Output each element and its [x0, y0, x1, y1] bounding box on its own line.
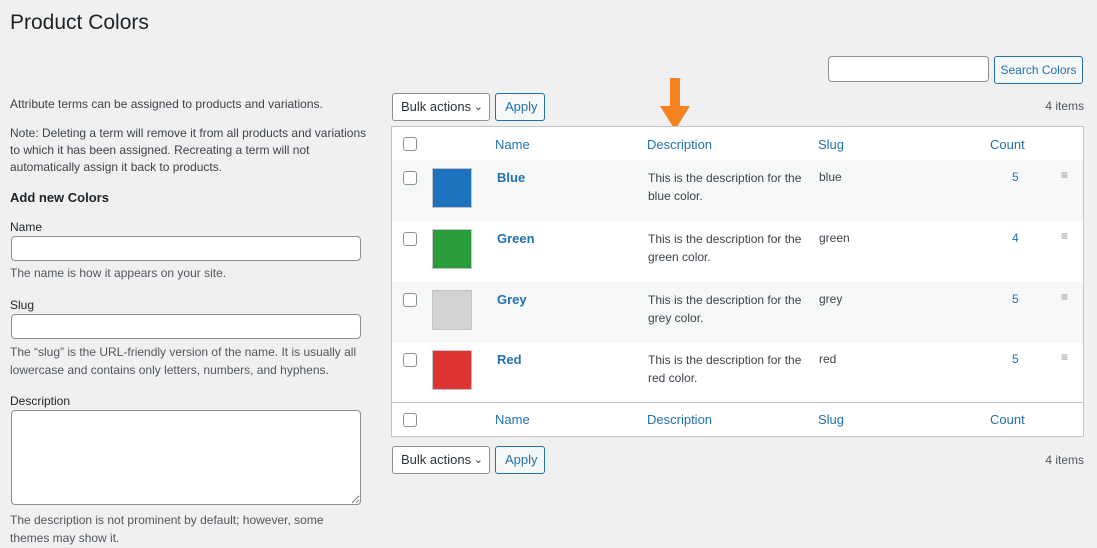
term-count-link[interactable]: 5 [1012, 292, 1019, 306]
note-text: Note: Deleting a term will remove it fro… [10, 126, 367, 174]
search-button[interactable]: Search Colors [994, 56, 1083, 84]
description-field[interactable] [11, 410, 361, 505]
term-slug: red [819, 352, 837, 366]
drag-handle-icon[interactable]: ≡ [1061, 229, 1068, 243]
table-row: Green This is the description for the gr… [392, 221, 1083, 282]
term-description: This is the description for the green co… [648, 232, 802, 264]
name-help: The name is how it appears on your site. [10, 266, 227, 280]
term-count-link[interactable]: 4 [1012, 231, 1019, 245]
search-input[interactable] [828, 56, 989, 82]
page-title: Product Colors [10, 11, 149, 34]
term-description: This is the description for the grey col… [648, 293, 802, 325]
drag-handle-icon[interactable]: ≡ [1061, 350, 1068, 364]
row-checkbox[interactable] [403, 353, 417, 367]
term-slug: green [819, 231, 850, 245]
select-all-checkbox[interactable] [403, 137, 417, 151]
name-field[interactable] [11, 236, 361, 261]
row-checkbox[interactable] [403, 232, 417, 246]
term-name-link[interactable]: Grey [497, 292, 527, 307]
column-count-footer[interactable]: Count [990, 412, 1025, 427]
drag-handle-icon[interactable]: ≡ [1061, 290, 1068, 304]
term-count-link[interactable]: 5 [1012, 352, 1019, 366]
drag-handle-icon[interactable]: ≡ [1061, 168, 1068, 182]
slug-help: The “slug” is the URL-friendly version o… [10, 345, 357, 377]
name-label: Name [10, 220, 43, 234]
slug-label: Slug [10, 298, 35, 312]
row-checkbox[interactable] [403, 293, 417, 307]
down-arrow-icon [660, 78, 690, 130]
description-label: Description [10, 394, 71, 408]
chevron-down-icon: ⌄ [473, 454, 483, 466]
table-footer: Name Description Slug Count [392, 402, 1083, 436]
column-description[interactable]: Description [647, 137, 712, 152]
column-slug-footer[interactable]: Slug [818, 412, 844, 427]
description-help: The description is not prominent by defa… [10, 513, 324, 545]
table-header: Name Description Slug Count [392, 127, 1083, 161]
color-swatch [432, 229, 472, 269]
term-description: This is the description for the blue col… [648, 171, 802, 203]
table-row: Grey This is the description for the gre… [392, 282, 1083, 343]
term-description: This is the description for the red colo… [648, 353, 802, 385]
apply-button-top[interactable]: Apply [495, 93, 545, 121]
term-count-link[interactable]: 5 [1012, 170, 1019, 184]
term-name-link[interactable]: Red [497, 352, 522, 367]
intro-text: Attribute terms can be assigned to produ… [10, 97, 323, 111]
items-count-bottom: 4 items [1045, 453, 1084, 467]
bulk-actions-label: Bulk actions [401, 452, 472, 467]
term-name-link[interactable]: Blue [497, 170, 525, 185]
color-swatch [432, 350, 472, 390]
column-description-footer[interactable]: Description [647, 412, 712, 427]
color-swatch [432, 290, 472, 330]
bulk-actions-select-bottom[interactable]: Bulk actions ⌄ [392, 446, 490, 474]
column-count[interactable]: Count [990, 137, 1025, 152]
term-name-link[interactable]: Green [497, 231, 535, 246]
select-all-checkbox-footer[interactable] [403, 413, 417, 427]
bulk-actions-select-top[interactable]: Bulk actions ⌄ [392, 93, 490, 121]
table-row: Red This is the description for the red … [392, 343, 1083, 403]
column-name-footer[interactable]: Name [495, 412, 530, 427]
bulk-actions-label: Bulk actions [401, 99, 472, 114]
row-checkbox[interactable] [403, 171, 417, 185]
column-slug[interactable]: Slug [818, 137, 844, 152]
term-slug: grey [819, 292, 843, 306]
terms-table: Name Description Slug Count Blue This is… [391, 126, 1084, 437]
items-count-top: 4 items [1045, 99, 1084, 113]
table-row: Blue This is the description for the blu… [392, 160, 1083, 221]
column-name[interactable]: Name [495, 137, 530, 152]
apply-button-bottom[interactable]: Apply [495, 446, 545, 474]
add-new-title: Add new Colors [10, 190, 109, 205]
slug-field[interactable] [11, 314, 361, 339]
chevron-down-icon: ⌄ [473, 101, 483, 113]
color-swatch [432, 168, 472, 208]
term-slug: blue [819, 170, 842, 184]
